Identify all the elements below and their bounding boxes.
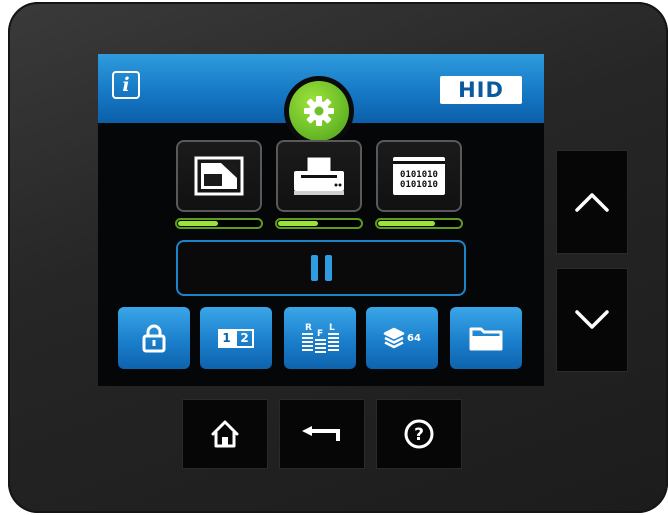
encoder-status-tile[interactable]: 0101010 0101010 [376,140,462,212]
layers-icon [383,327,405,349]
encoder-icon: 0101010 0101010 [393,157,445,195]
lock-button[interactable] [118,307,190,369]
brand-logo-text: HID [458,78,504,102]
info-icon: i [122,73,130,96]
chevron-up-icon [575,193,609,212]
encoder-level-fill [378,221,435,226]
help-button[interactable]: ? [376,399,462,469]
pause-icon [310,255,318,281]
ribbon-panels-icon: R F L [302,323,339,353]
card-level-fill [178,221,218,226]
duplex-side-2: 2 [235,328,254,348]
encoder-level-bar [375,218,463,229]
home-icon [211,420,239,448]
folder-icon [469,327,503,351]
back-arrow-icon [302,426,340,441]
printer-level-fill [278,221,318,226]
pause-button[interactable] [176,240,466,296]
duplex-icon: 1 2 [218,328,254,348]
card-status-tile[interactable] [176,140,262,212]
gear-icon [304,96,334,126]
ribbon-letter-l: L [329,323,335,333]
card-icon [194,156,244,196]
ribbon-letter-f: F [317,329,323,339]
brand-logo: HID [440,76,522,104]
touch-screen: i HID 0101010 0101010 1 2 R F L 64 [98,54,544,386]
folder-button[interactable] [450,307,522,369]
encoder-digits-1: 0101010 [400,170,438,180]
home-button[interactable] [182,399,268,469]
card-level-bar [175,218,263,229]
ribbon-panels-button[interactable]: R F L [284,307,356,369]
duplex-button[interactable]: 1 2 [200,307,272,369]
copies-count: 64 [407,332,421,344]
help-glyph: ? [414,425,424,445]
lock-icon [142,324,166,353]
encoder-digits-2: 0101010 [400,180,438,190]
ribbon-letter-r: R [305,323,312,333]
scroll-down-button[interactable] [556,268,628,372]
copies-button[interactable]: 64 [366,307,438,369]
settings-button[interactable] [284,76,354,146]
printer-icon [294,156,344,195]
scroll-up-button[interactable] [556,150,628,254]
help-icon: ? [404,419,434,449]
printer-status-tile[interactable] [276,140,362,212]
info-button[interactable]: i [112,71,140,99]
duplex-side-1: 1 [218,328,235,348]
chevron-down-icon [575,310,609,329]
back-button[interactable] [279,399,365,469]
printer-level-bar [275,218,363,229]
